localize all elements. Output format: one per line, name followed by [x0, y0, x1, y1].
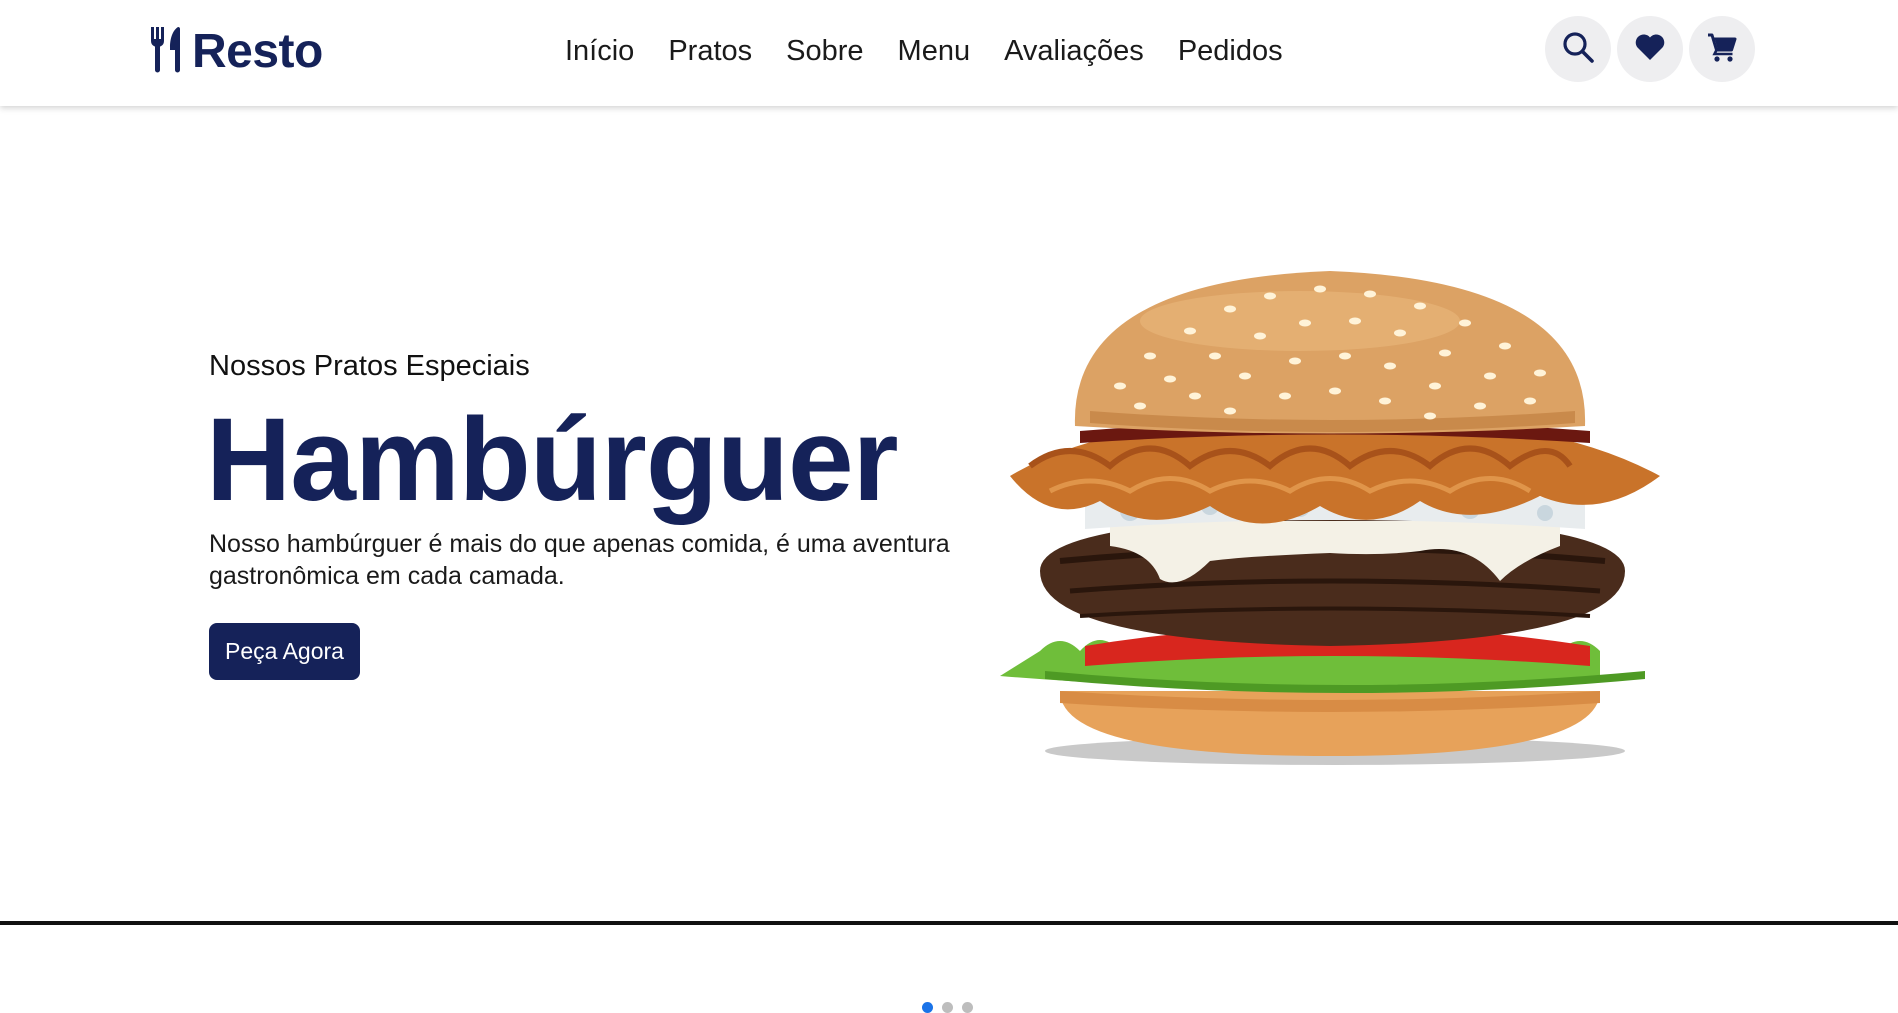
- page-bottom-border: [0, 921, 1898, 925]
- header-actions: [1545, 16, 1755, 82]
- cart-icon: [1705, 30, 1739, 69]
- burger-image: [1000, 261, 1665, 771]
- nav-item-sobre[interactable]: Sobre: [786, 34, 863, 68]
- hero-subtitle: Nossos Pratos Especiais: [209, 350, 530, 382]
- nav-item-menu[interactable]: Menu: [898, 34, 971, 68]
- carousel-indicators: [922, 1002, 973, 1013]
- brand-logo[interactable]: Resto: [148, 24, 323, 78]
- hero-title: Hambúrguer: [206, 394, 899, 526]
- nav-item-inicio[interactable]: Início: [565, 34, 634, 68]
- brand-name: Resto: [192, 24, 323, 78]
- carousel-dot-1[interactable]: [922, 1002, 933, 1013]
- carousel-dot-3[interactable]: [962, 1002, 973, 1013]
- search-icon: [1561, 30, 1595, 69]
- cart-button[interactable]: [1689, 16, 1755, 82]
- favorites-button[interactable]: [1617, 16, 1683, 82]
- heart-icon: [1633, 30, 1667, 69]
- nav-item-avaliacoes[interactable]: Avaliações: [1004, 34, 1144, 68]
- order-now-button[interactable]: Peça Agora: [209, 623, 360, 680]
- nav-item-pedidos[interactable]: Pedidos: [1178, 34, 1283, 68]
- nav-item-pratos[interactable]: Pratos: [668, 34, 752, 68]
- hero-description: Nosso hambúrguer é mais do que apenas co…: [209, 530, 950, 590]
- search-button[interactable]: [1545, 16, 1611, 82]
- site-header: Resto Início Pratos Sobre Menu Avaliaçõe…: [0, 0, 1898, 106]
- main-nav: Início Pratos Sobre Menu Avaliações Pedi…: [565, 34, 1283, 68]
- hero-slider: Nossos Pratos Especiais Hambúrguer Nosso…: [0, 106, 1898, 1013]
- carousel-dot-2[interactable]: [942, 1002, 953, 1013]
- utensils-icon: [148, 25, 184, 78]
